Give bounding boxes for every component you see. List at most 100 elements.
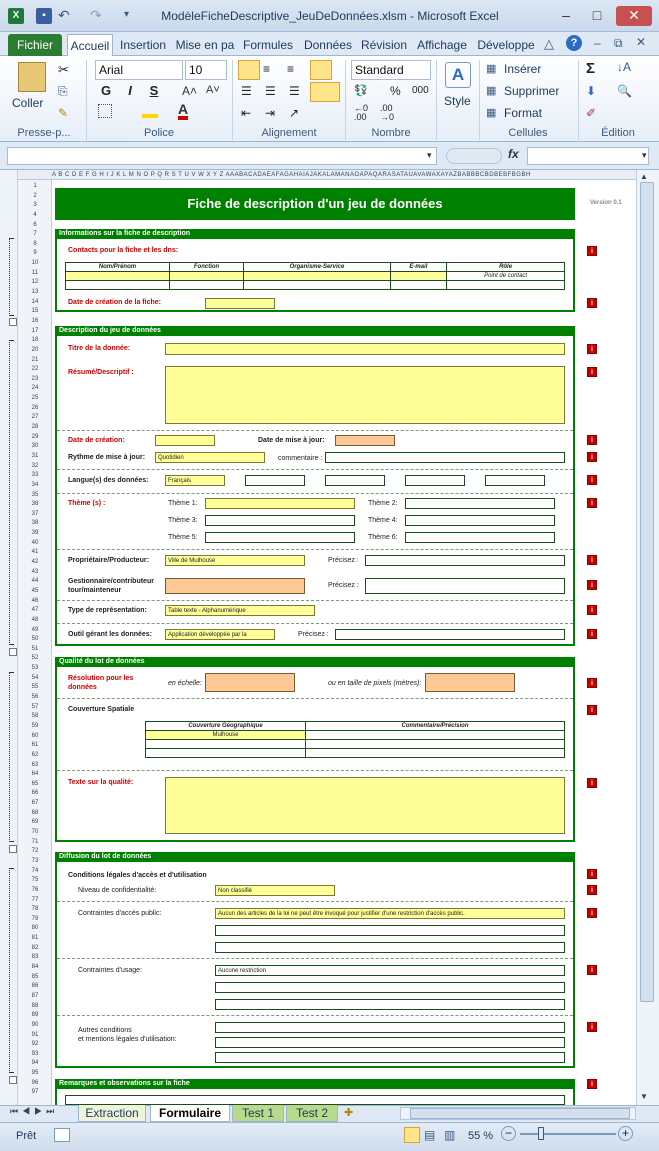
- format-button[interactable]: Format: [504, 106, 542, 120]
- theme-1-field[interactable]: [205, 498, 355, 509]
- theme-2-field[interactable]: [405, 498, 555, 509]
- row-number[interactable]: 22: [18, 365, 52, 373]
- info-icon[interactable]: i: [587, 705, 597, 715]
- formula-divider[interactable]: [446, 148, 502, 164]
- row-number[interactable]: 3: [18, 201, 52, 209]
- underline-button[interactable]: S: [146, 82, 162, 100]
- creation-date-field[interactable]: [205, 298, 275, 309]
- row-number[interactable]: 60: [18, 732, 52, 740]
- access-constraints-field[interactable]: Aucun des articles de la loi ne peut êtr…: [215, 908, 565, 919]
- info-icon[interactable]: i: [587, 908, 597, 918]
- row-number[interactable]: 29: [18, 433, 52, 441]
- row-number[interactable]: 87: [18, 992, 52, 1000]
- row-number[interactable]: 80: [18, 924, 52, 932]
- zoom-slider-track[interactable]: [520, 1133, 616, 1135]
- scroll-up-icon[interactable]: ▲: [640, 172, 648, 181]
- row-number[interactable]: 75: [18, 876, 52, 884]
- format-icon[interactable]: ▦: [486, 106, 496, 119]
- row-number[interactable]: 74: [18, 867, 52, 875]
- doc-restore-icon[interactable]: ⧉: [614, 36, 623, 51]
- scale-field[interactable]: [205, 673, 295, 692]
- tab-insertion[interactable]: Insertion: [116, 34, 170, 56]
- increase-indent-icon[interactable]: ⇥: [265, 106, 275, 120]
- row-number[interactable]: 17: [18, 327, 52, 335]
- contact-cell[interactable]: [243, 271, 391, 281]
- style-icon[interactable]: A: [445, 62, 471, 88]
- currency-icon[interactable]: 💱: [354, 84, 368, 97]
- language-field[interactable]: Français: [165, 475, 225, 486]
- comment-field[interactable]: [325, 452, 565, 463]
- row-number[interactable]: 45: [18, 587, 52, 595]
- outline-collapse-button[interactable]: [9, 1076, 17, 1084]
- decrease-decimal-icon[interactable]: .00 →0: [380, 104, 394, 122]
- format-painter-icon[interactable]: ✎: [58, 106, 68, 120]
- row-number[interactable]: 28: [18, 423, 52, 431]
- h-scroll-thumb[interactable]: [410, 1108, 630, 1119]
- contact-cell[interactable]: [389, 280, 448, 290]
- contact-cell[interactable]: [168, 271, 245, 281]
- row-number[interactable]: 16: [18, 317, 52, 325]
- info-icon[interactable]: i: [587, 555, 597, 565]
- delete-button[interactable]: Supprimer: [504, 84, 559, 98]
- maintainer-precise-field[interactable]: [365, 578, 565, 594]
- zoom-level[interactable]: 55 %: [468, 1130, 493, 1142]
- minimize-button[interactable]: ‒: [553, 6, 579, 26]
- row-number[interactable]: 66: [18, 789, 52, 797]
- file-tab[interactable]: Fichier: [8, 34, 62, 56]
- info-icon[interactable]: i: [587, 344, 597, 354]
- clear-icon[interactable]: ✐: [586, 106, 596, 120]
- insert-icon[interactable]: ▦: [486, 62, 496, 75]
- info-icon[interactable]: i: [587, 498, 597, 508]
- confidentiality-field[interactable]: Non classifié: [215, 885, 335, 896]
- info-icon[interactable]: i: [587, 1079, 597, 1089]
- info-icon[interactable]: i: [587, 965, 597, 975]
- row-number[interactable]: 91: [18, 1031, 52, 1039]
- info-icon[interactable]: i: [587, 605, 597, 615]
- owner-field[interactable]: Ville de Mulhouse: [165, 555, 305, 566]
- row-number[interactable]: 81: [18, 934, 52, 942]
- border-icon[interactable]: [98, 104, 112, 118]
- merge-center-button[interactable]: [310, 82, 340, 102]
- info-icon[interactable]: i: [587, 435, 597, 445]
- zoom-slider-handle[interactable]: [538, 1127, 544, 1140]
- contact-cell[interactable]: [446, 280, 565, 290]
- row-number[interactable]: 65: [18, 780, 52, 788]
- row-number[interactable]: 57: [18, 703, 52, 711]
- row-number[interactable]: 26: [18, 404, 52, 412]
- help-icon[interactable]: ?: [566, 35, 582, 51]
- row-number[interactable]: 41: [18, 548, 52, 556]
- row-number[interactable]: 77: [18, 896, 52, 904]
- contact-cell[interactable]: [65, 271, 170, 281]
- row-number[interactable]: 47: [18, 606, 52, 614]
- row-number[interactable]: 10: [18, 259, 52, 267]
- row-number[interactable]: 32: [18, 462, 52, 470]
- info-icon[interactable]: i: [587, 1022, 597, 1032]
- font-shrink-icon[interactable]: A˅: [206, 84, 220, 96]
- info-icon[interactable]: i: [587, 885, 597, 895]
- insert-function-button[interactable]: fx: [508, 147, 526, 161]
- row-number[interactable]: 72: [18, 847, 52, 855]
- usage-constraints-field[interactable]: [215, 982, 565, 993]
- macro-record-icon[interactable]: [54, 1128, 70, 1142]
- info-icon[interactable]: i: [587, 475, 597, 485]
- title-field[interactable]: [165, 343, 565, 355]
- tab-revision[interactable]: Révision: [358, 34, 410, 56]
- tab-donnees[interactable]: Données: [300, 34, 356, 56]
- name-box-dropdown-icon[interactable]: ▾: [427, 150, 432, 161]
- row-number[interactable]: 92: [18, 1040, 52, 1048]
- row-number[interactable]: 83: [18, 953, 52, 961]
- align-left-icon[interactable]: ☰: [241, 84, 252, 98]
- comment-cell[interactable]: [305, 730, 565, 740]
- other-conditions-field[interactable]: [215, 1037, 565, 1048]
- expand-formula-icon[interactable]: ▾: [642, 150, 647, 161]
- contact-cell[interactable]: [243, 280, 391, 290]
- access-constraints-field[interactable]: [215, 925, 565, 936]
- row-number[interactable]: 63: [18, 761, 52, 769]
- percent-icon[interactable]: %: [390, 84, 401, 98]
- row-number[interactable]: 14: [18, 298, 52, 306]
- tab-formules[interactable]: Formules: [240, 34, 296, 56]
- decrease-indent-icon[interactable]: ⇤: [241, 106, 251, 120]
- info-icon[interactable]: i: [587, 580, 597, 590]
- row-number[interactable]: 88: [18, 1002, 52, 1010]
- maximize-button[interactable]: □: [584, 6, 610, 26]
